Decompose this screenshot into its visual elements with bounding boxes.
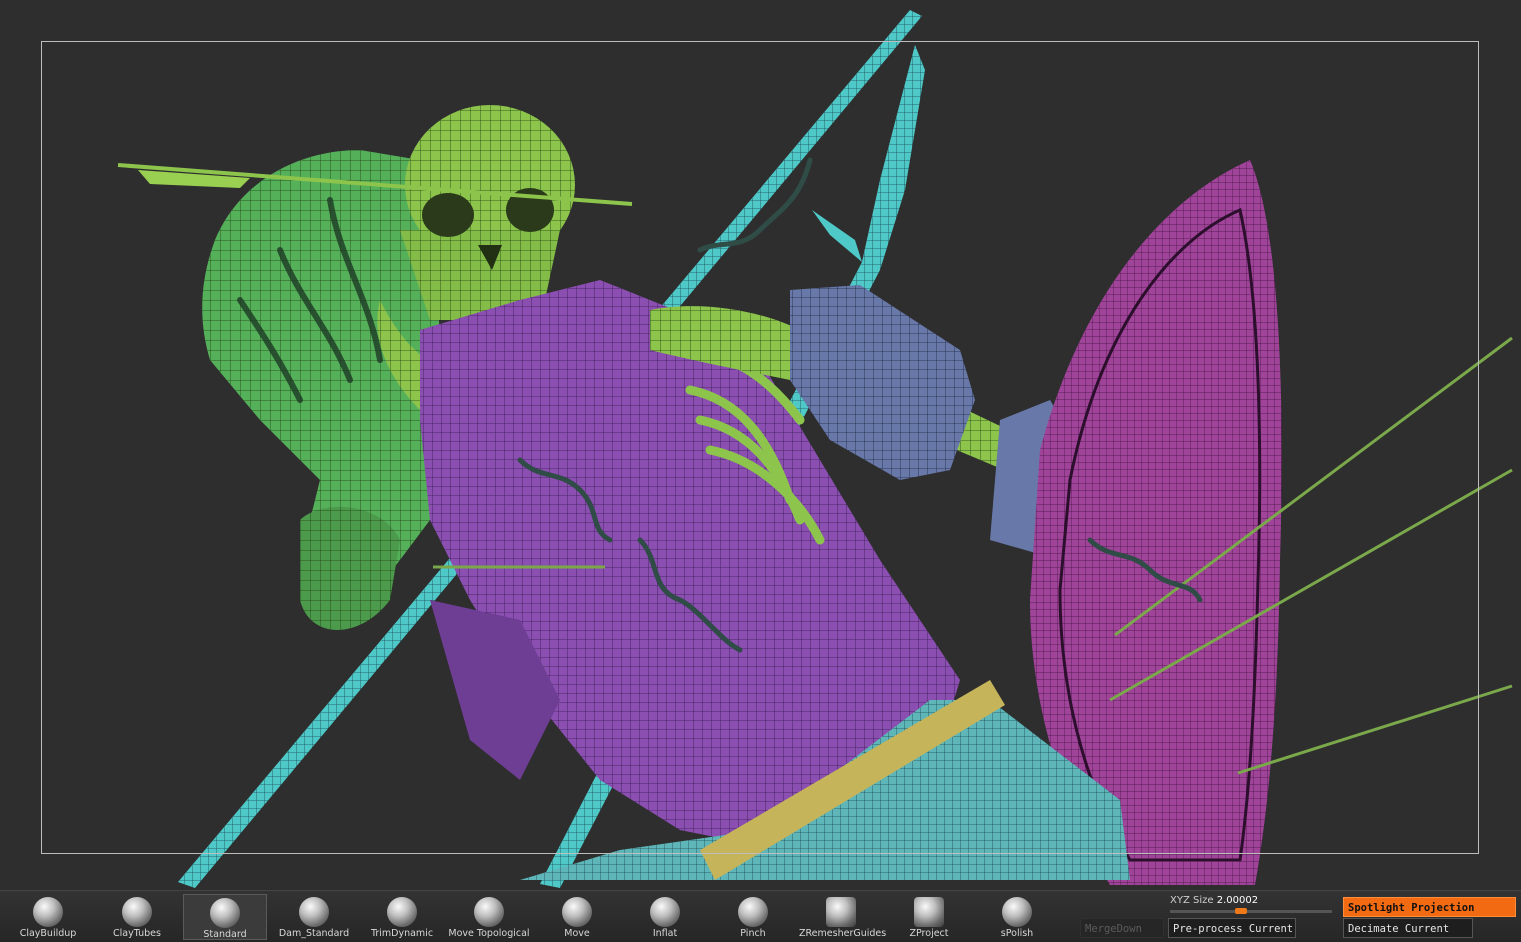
brush-inflat[interactable]: Inflat — [623, 894, 707, 940]
brush-dam-standard[interactable]: Dam_Standard — [272, 894, 356, 940]
brush-move-topological[interactable]: Move Topological — [447, 894, 531, 940]
model-canvas — [117, 10, 1513, 888]
slider-knob[interactable] — [1235, 908, 1247, 914]
clay-tubes-icon — [122, 897, 152, 927]
spolish-icon — [1002, 897, 1032, 927]
inflat-icon — [650, 897, 680, 927]
brush-pinch[interactable]: Pinch — [711, 894, 795, 940]
brush-shelf: ClayBuildup ClayTubes Standard Dam_Stand… — [0, 890, 1521, 942]
trim-dynamic-icon — [387, 897, 417, 927]
merge-down-button[interactable]: MergeDown — [1080, 918, 1164, 938]
xyz-size-label: XYZ Size — [1170, 895, 1214, 906]
brush-zproject[interactable]: ZProject — [887, 894, 971, 940]
dam-standard-icon — [299, 897, 329, 927]
brush-label: ClayTubes — [113, 928, 161, 939]
pinch-icon — [738, 897, 768, 927]
brush-spolish[interactable]: sPolish — [975, 894, 1059, 940]
preprocess-button[interactable]: Pre-process Current — [1168, 918, 1296, 938]
brush-move[interactable]: Move — [535, 894, 619, 940]
brush-label: TrimDynamic — [370, 928, 434, 939]
brush-label: ZProject — [909, 928, 949, 939]
document-viewport[interactable] — [0, 0, 1521, 890]
brush-label: Dam_Standard — [278, 928, 350, 939]
brush-label: Pinch — [740, 928, 766, 939]
brush-trim-dynamic[interactable]: TrimDynamic — [360, 894, 444, 940]
brush-label: ClayBuildup — [19, 928, 77, 939]
brush-label: Inflat — [652, 928, 678, 939]
xyz-size-value: 2.00002 — [1216, 895, 1259, 906]
xyz-size-readout: XYZ Size 2.00002 — [1170, 895, 1258, 906]
move-topological-icon — [474, 897, 504, 927]
xyz-size-slider[interactable] — [1170, 908, 1332, 914]
brush-label: Move — [564, 928, 590, 939]
standard-icon — [210, 898, 240, 928]
brush-label: Move Topological — [448, 928, 530, 939]
spotlight-projection-button[interactable]: Spotlight Projection — [1343, 897, 1516, 917]
brush-clay-buildup[interactable]: ClayBuildup — [6, 894, 90, 940]
clay-buildup-icon — [33, 897, 63, 927]
move-icon — [562, 897, 592, 927]
brush-label: Standard — [203, 929, 247, 940]
zproject-icon — [914, 897, 944, 927]
decimate-button[interactable]: Decimate Current — [1343, 918, 1473, 938]
zremesher-guides-icon — [826, 897, 856, 927]
brush-zremesher-guides[interactable]: ZRemesherGuides — [799, 894, 887, 940]
brush-label: ZRemesherGuides — [799, 928, 887, 939]
brush-standard[interactable]: Standard — [183, 894, 267, 940]
brush-label: sPolish — [1000, 928, 1034, 939]
brush-clay-tubes[interactable]: ClayTubes — [95, 894, 179, 940]
